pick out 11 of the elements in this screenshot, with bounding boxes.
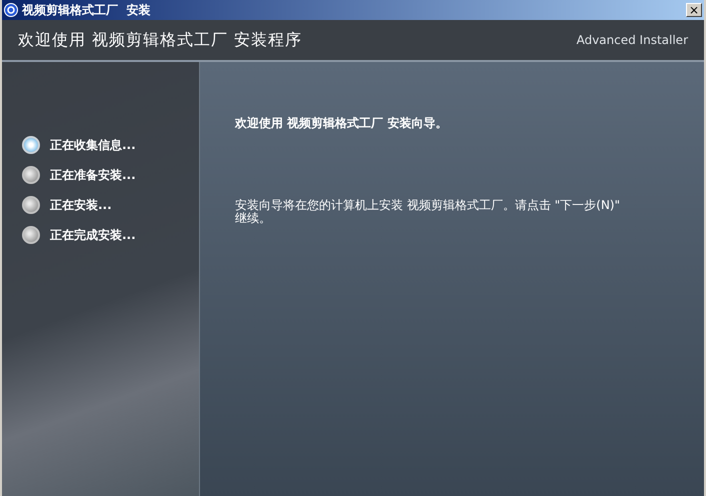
brand-label: Advanced Installer: [576, 32, 688, 49]
welcome-heading: 欢迎使用 视频剪辑格式工厂 安装向导。: [235, 115, 448, 132]
window-title: 视频剪辑格式工厂 安装: [22, 2, 150, 19]
close-button[interactable]: ×: [686, 3, 702, 17]
step-label: 正在安装...: [50, 197, 112, 214]
step-label: 正在完成安装...: [50, 227, 136, 244]
step-label: 正在收集信息...: [50, 137, 136, 154]
app-icon: [4, 3, 18, 17]
header-title: 欢迎使用 视频剪辑格式工厂 安装程序: [18, 29, 302, 51]
intro-text: 安装向导将在您的计算机上安装 视频剪辑格式工厂。请点击 "下一步(N)" 继续。: [235, 199, 622, 225]
step-label: 正在准备安装...: [50, 167, 136, 184]
